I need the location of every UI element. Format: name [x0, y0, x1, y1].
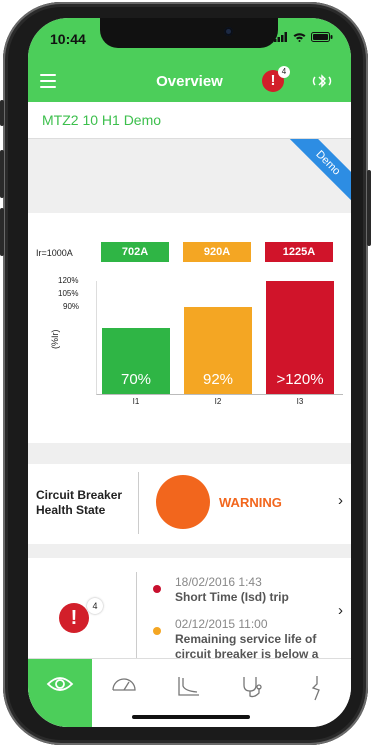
current-chart-card[interactable]: Ir=1000A 702A 920A 1225A 120% 105% 90% (…	[28, 213, 351, 443]
side-button	[0, 150, 4, 198]
wifi-icon	[293, 33, 306, 42]
status-bar: 10:44	[28, 18, 351, 62]
app-bar: Overview ! 4	[28, 62, 351, 102]
event-date: 02/12/2015 11:00	[175, 617, 268, 631]
home-indicator	[132, 715, 250, 719]
signal-icon	[274, 32, 287, 42]
lightning-icon	[311, 676, 320, 701]
stethoscope-icon	[243, 677, 262, 698]
category-label: I1	[132, 397, 140, 406]
health-label-line2: Health State	[36, 503, 106, 517]
page-title: Overview	[156, 73, 223, 90]
bluetooth-icon[interactable]	[311, 73, 333, 89]
chevron-right-icon[interactable]: ›	[338, 492, 343, 509]
y-tick-label: 90%	[63, 302, 80, 311]
health-state-text: WARNING	[219, 495, 282, 510]
health-state-indicator	[156, 475, 210, 529]
category-label: I3	[296, 397, 304, 406]
notch	[100, 18, 278, 48]
tab-overview[interactable]	[28, 659, 92, 727]
alarm-icon: !	[59, 603, 89, 633]
side-button	[0, 208, 4, 256]
side-button	[367, 170, 371, 246]
event-dot	[153, 627, 161, 635]
status-time: 10:44	[50, 31, 86, 47]
event-date: 18/02/2016 1:43	[175, 575, 262, 589]
phone-screen: 10:44 Overview ! 4 MTZ2 10 H1 Demo Demo …	[28, 18, 351, 727]
divider	[138, 472, 139, 534]
y-tick-label: 105%	[58, 289, 79, 298]
eye-icon	[46, 677, 74, 691]
device-header[interactable]: MTZ2 10 H1 Demo	[28, 102, 351, 139]
alert-count-badge: 4	[278, 66, 290, 78]
event-text: Remaining service life of circuit breake…	[175, 632, 319, 658]
bar-value-label: >120%	[276, 371, 324, 388]
bar-i1: 70%	[102, 328, 170, 394]
event-dot	[153, 585, 161, 593]
bar-plot: 70% 92% >120%	[96, 281, 343, 395]
gauge-icon	[112, 678, 136, 691]
device-name: MTZ2 10 H1 Demo	[42, 112, 162, 128]
current-value-i2: 920A	[183, 242, 251, 262]
chevron-right-icon[interactable]: ›	[338, 602, 343, 619]
bar-i2: 92%	[184, 307, 252, 394]
battery-icon	[311, 32, 333, 42]
demo-area: Demo	[28, 139, 351, 209]
category-label: I2	[214, 397, 222, 406]
health-state-card[interactable]: Circuit Breaker Health State WARNING ›	[28, 464, 351, 544]
tab-tripping[interactable]	[284, 659, 348, 727]
health-label: Circuit Breaker Health State	[36, 488, 136, 518]
side-button	[0, 100, 4, 126]
health-label-line1: Circuit Breaker	[36, 488, 123, 502]
system-icons	[274, 32, 333, 42]
bar-value-label: 92%	[202, 371, 234, 388]
y-tick-label: 120%	[58, 276, 79, 285]
demo-ribbon: Demo	[278, 139, 351, 209]
y-axis-label: (%Ir)	[50, 329, 60, 350]
current-value-i3: 1225A	[265, 242, 333, 262]
bar-value-label: 70%	[120, 371, 152, 388]
current-value-i1: 702A	[101, 242, 169, 262]
divider	[136, 572, 137, 658]
alarm-events-card[interactable]: ! 4 18/02/2016 1:43 Short Time (Isd) tri…	[28, 558, 351, 658]
rating-label: Ir=1000A	[36, 248, 73, 258]
alarm-count-badge: 4	[87, 598, 103, 614]
camera	[224, 27, 233, 36]
curve-icon	[178, 677, 199, 696]
event-text: Short Time (Isd) trip	[175, 590, 289, 604]
bar-i3: >120%	[266, 281, 334, 394]
